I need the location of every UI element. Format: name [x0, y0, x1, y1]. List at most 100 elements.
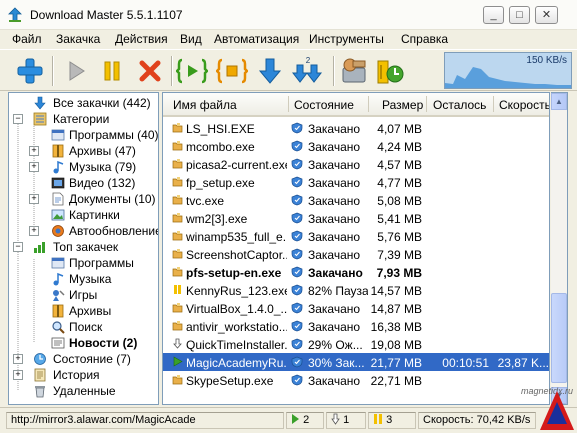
file-name: VirtualBox_1.4.0_...	[186, 302, 287, 316]
state-icon	[34, 353, 46, 365]
shield-icon	[291, 302, 303, 314]
expand-icon[interactable]: +	[29, 194, 39, 204]
file-state: 29% Ож...	[308, 338, 363, 352]
table-row[interactable]: QuickTimeInstaller... 29% Ож... 19,08 MB	[163, 335, 549, 353]
pause-icon[interactable]	[96, 55, 128, 87]
expand-icon[interactable]: +	[13, 354, 23, 364]
menu-help[interactable]: Справка	[401, 32, 448, 46]
column-divider[interactable]	[288, 96, 289, 112]
file-size: 14,87 MB	[370, 302, 422, 316]
status-url: http://mirror3.alawar.com/MagicAcade	[6, 412, 284, 429]
table-row[interactable]: VirtualBox_1.4.0_... Закачано 14,87 MB	[163, 299, 549, 317]
top-programs-icon	[51, 257, 65, 269]
status-url-text: http://mirror3.alawar.com/MagicAcade	[11, 414, 196, 426]
download-all-icon[interactable]: 2	[292, 55, 324, 87]
menu-download[interactable]: Закачка	[56, 32, 100, 46]
table-row[interactable]: KennyRus_123.exe 82% Пауза 14,57 MB	[163, 281, 549, 299]
menu-actions[interactable]: Действия	[115, 32, 168, 46]
add-icon[interactable]	[14, 55, 46, 87]
waiting-file-icon	[173, 338, 182, 349]
active-file-icon	[173, 356, 183, 367]
shield-icon	[291, 320, 303, 332]
close-icon: ✕	[541, 9, 552, 21]
table-row[interactable]: tvc.exe Закачано 5,08 MB	[163, 191, 549, 209]
settings-icon[interactable]	[338, 55, 370, 87]
close-button[interactable]: ✕	[535, 6, 558, 24]
table-row[interactable]: picasa2-current.exe Закачано 4,57 MB	[163, 155, 549, 173]
category-tree[interactable]: Все закачки (442) − Категории Программы …	[8, 92, 159, 405]
file-size: 7,93 MB	[376, 266, 422, 280]
stop-all-icon[interactable]	[216, 55, 248, 87]
expand-icon[interactable]: +	[29, 162, 39, 172]
file-state: Закачано	[308, 320, 361, 334]
music-icon	[53, 160, 64, 174]
svg-text:2: 2	[306, 56, 311, 65]
file-name: pfs-setup-en.exe	[186, 266, 282, 280]
shield-icon	[291, 230, 303, 242]
table-row[interactable]: mcombo.exe Закачано 4,24 MB	[163, 137, 549, 155]
tree-item-label: Видео (132)	[69, 176, 136, 190]
shield-icon	[291, 158, 303, 170]
column-divider[interactable]	[426, 96, 427, 112]
maximize-button[interactable]: □	[509, 6, 530, 24]
column-header-size[interactable]: Размер	[382, 98, 423, 112]
minimize-button[interactable]: _	[483, 6, 504, 24]
status-paused-count: 3	[386, 414, 393, 426]
file-size: 16,38 MB	[370, 320, 422, 334]
download-list[interactable]: Имя файла Состояние Размер Осталось Скор…	[162, 92, 550, 405]
menu-file[interactable]: Файл	[12, 32, 42, 46]
file-size: 22,71 MB	[370, 374, 422, 388]
column-header-left[interactable]: Осталось	[433, 98, 486, 112]
schedule-icon[interactable]	[374, 55, 406, 87]
file-icon	[172, 159, 183, 169]
column-divider[interactable]	[368, 96, 369, 112]
table-row[interactable]: MagicAcademyRu... 30% Зак... 21,77 MB 00:10…	[163, 353, 549, 371]
start-icon[interactable]	[60, 55, 92, 87]
file-state: Закачано	[308, 158, 361, 172]
column-header-name[interactable]: Имя файла	[173, 98, 237, 112]
documents-icon	[52, 192, 64, 206]
expand-icon[interactable]: +	[29, 226, 39, 236]
title-bar[interactable]: Download Master 5.5.1.1107 _ □ ✕	[0, 0, 577, 30]
delete-icon[interactable]	[134, 55, 166, 87]
file-size: 19,08 MB	[370, 338, 422, 352]
menu-view[interactable]: Вид	[180, 32, 202, 46]
archives-icon	[52, 144, 64, 158]
top-archives-icon	[52, 304, 64, 318]
table-row[interactable]: wm2[3].exe Закачано 5,41 MB	[163, 209, 549, 227]
shield-icon	[291, 194, 303, 206]
vertical-scrollbar[interactable]: ▲ ▼	[551, 92, 568, 405]
expand-icon[interactable]: +	[29, 146, 39, 156]
scroll-up-button[interactable]: ▲	[551, 93, 567, 110]
expand-icon[interactable]: +	[13, 370, 23, 380]
file-name: mcombo.exe	[186, 140, 255, 154]
window-title: Download Master 5.5.1.1107	[30, 8, 183, 22]
scroll-thumb[interactable]	[551, 293, 567, 383]
list-header: Имя файла Состояние Размер Осталось Скор…	[163, 93, 549, 117]
file-name: SkypeSetup.exe	[186, 374, 274, 388]
collapse-icon[interactable]: −	[13, 114, 23, 124]
table-row[interactable]: ScreenshotCaptor... Закачано 7,39 MB	[163, 245, 549, 263]
start-all-icon[interactable]	[176, 55, 208, 87]
download-icon[interactable]	[254, 55, 286, 87]
collapse-icon[interactable]: −	[13, 242, 23, 252]
file-size: 4,24 MB	[377, 140, 422, 154]
file-state: 30% Зак...	[308, 356, 365, 370]
tree-item-label: Музыка	[69, 272, 112, 286]
table-row[interactable]: SkypeSetup.exe Закачано 22,71 MB	[163, 371, 549, 389]
menu-tools[interactable]: Инструменты	[309, 32, 384, 46]
file-size: 7,39 MB	[377, 248, 422, 262]
column-header-speed[interactable]: Скорость	[499, 98, 549, 112]
file-state: Закачано	[308, 266, 363, 280]
table-row[interactable]: LS_HSI.EXE Закачано 4,07 MB	[163, 119, 549, 137]
table-row[interactable]: antivir_workstatio... Закачано 16,38 MB	[163, 317, 549, 335]
column-divider[interactable]	[493, 96, 494, 112]
table-row[interactable]: fp_setup.exe Закачано 4,77 MB	[163, 173, 549, 191]
file-icon	[172, 249, 183, 259]
file-name: winamp535_full_e...	[186, 230, 287, 244]
table-row[interactable]: pfs-setup-en.exe Закачано 7,93 MB	[163, 263, 549, 281]
column-header-state[interactable]: Состояние	[294, 98, 354, 112]
table-row[interactable]: winamp535_full_e... Закачано 5,76 MB	[163, 227, 549, 245]
menu-automation[interactable]: Автоматизация	[214, 32, 299, 46]
tree-item-label: Новости (2)	[69, 336, 138, 350]
